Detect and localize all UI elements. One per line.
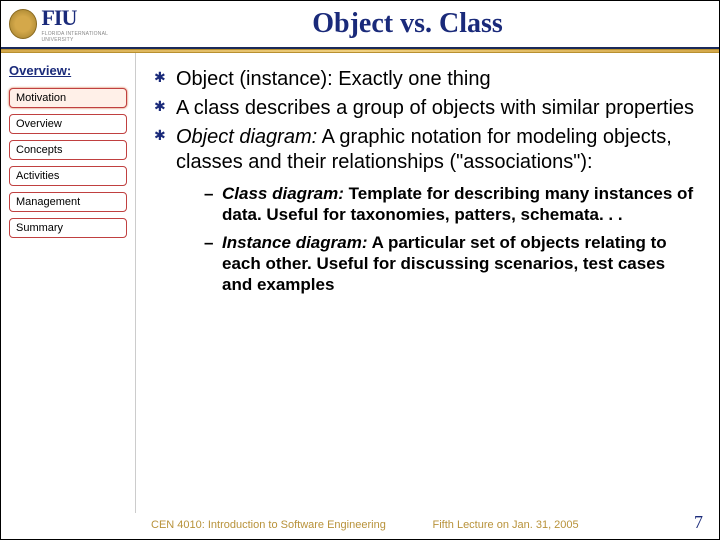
body: Overview: Motivation Overview Concepts A… xyxy=(1,53,719,513)
sidebar-item-summary[interactable]: Summary xyxy=(9,218,127,238)
sub-bullets: Class diagram: Template for describing m… xyxy=(204,183,697,295)
main-bullets: Object (instance): Exactly one thing A c… xyxy=(154,67,697,295)
bullet-item: Object (instance): Exactly one thing xyxy=(154,67,697,92)
sidebar-heading: Overview: xyxy=(9,63,127,78)
sidebar-item-activities[interactable]: Activities xyxy=(9,166,127,186)
logo-area: FIU FLORIDA INTERNATIONAL UNIVERSITY xyxy=(1,1,136,47)
content-area: Object (instance): Exactly one thing A c… xyxy=(136,53,719,513)
sidebar-item-concepts[interactable]: Concepts xyxy=(9,140,127,160)
sidebar-item-management[interactable]: Management xyxy=(9,192,127,212)
sidebar-item-motivation[interactable]: Motivation xyxy=(9,88,127,108)
header: FIU FLORIDA INTERNATIONAL UNIVERSITY Obj… xyxy=(1,1,719,49)
sub-bullet-item: Class diagram: Template for describing m… xyxy=(204,183,697,226)
footer-course: CEN 4010: Introduction to Software Engin… xyxy=(151,519,393,531)
logo-subtext: FLORIDA INTERNATIONAL UNIVERSITY xyxy=(41,31,136,43)
footer-lecture: Fifth Lecture on Jan. 31, 2005 xyxy=(393,519,675,531)
sidebar: Overview: Motivation Overview Concepts A… xyxy=(1,53,136,513)
bullet-item: Object diagram: A graphic notation for m… xyxy=(154,125,697,295)
university-seal-icon xyxy=(9,9,37,39)
slide-title: Object vs. Class xyxy=(136,8,719,40)
bullet-item: A class describes a group of objects wit… xyxy=(154,96,697,121)
logo-text: FIU xyxy=(41,5,136,31)
page-number: 7 xyxy=(694,512,703,533)
sidebar-item-overview[interactable]: Overview xyxy=(9,114,127,134)
sub-bullet-item: Instance diagram: A particular set of ob… xyxy=(204,232,697,296)
footer: CEN 4010: Introduction to Software Engin… xyxy=(1,512,719,533)
